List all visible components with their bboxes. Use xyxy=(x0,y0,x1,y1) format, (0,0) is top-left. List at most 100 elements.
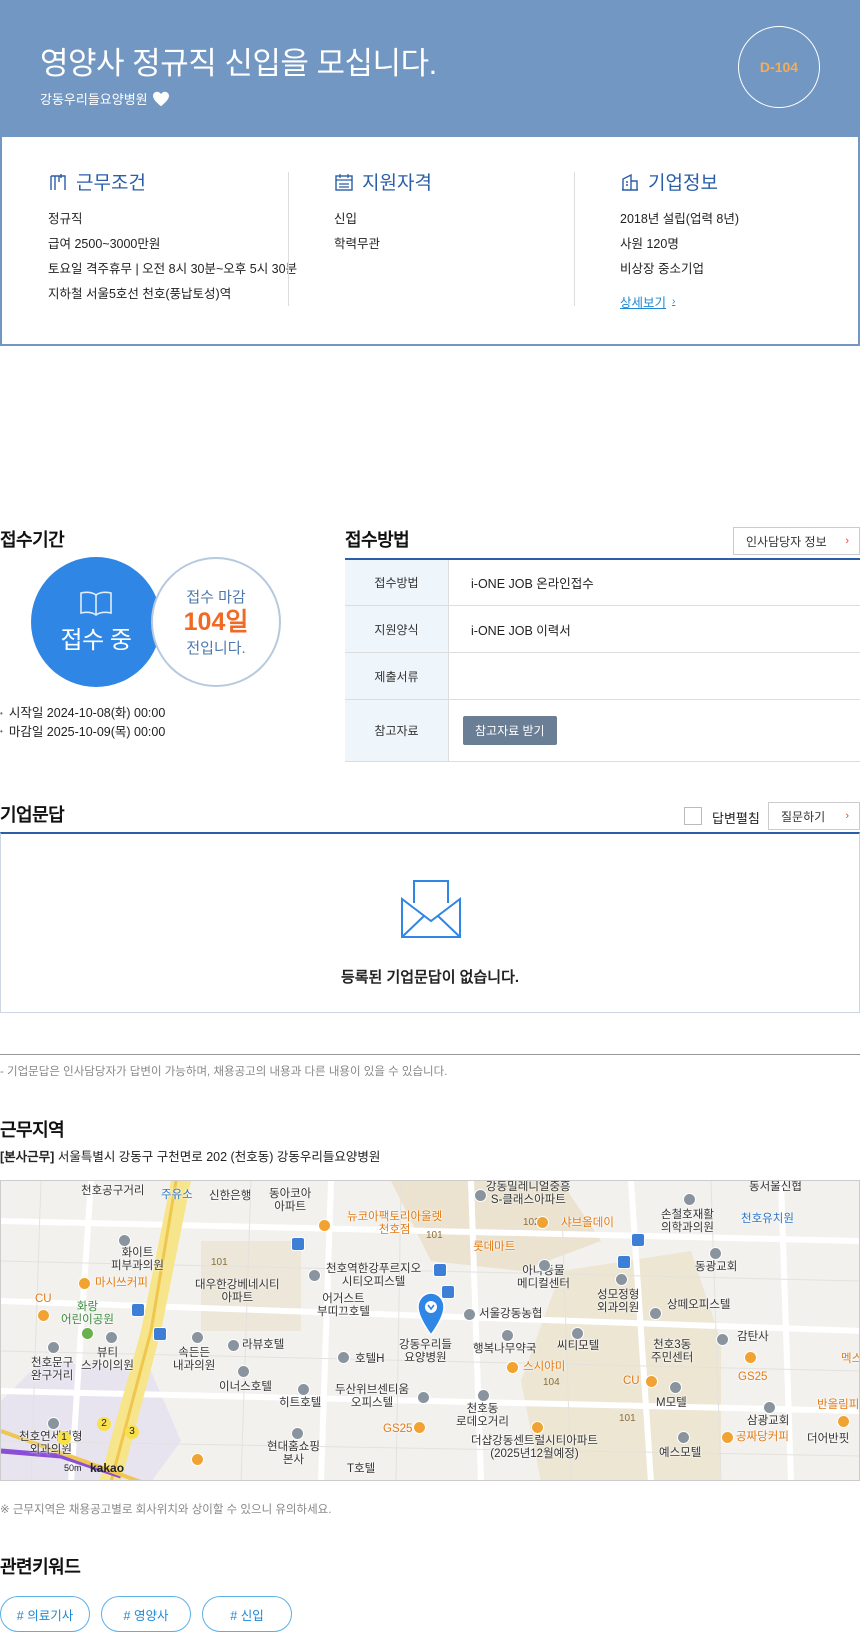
row-label: 지원양식 xyxy=(345,606,449,652)
row-label: 참고자료 xyxy=(345,700,449,761)
map-label: 공짜당커피 xyxy=(736,1431,789,1443)
map-label: 더샵강동센트럴시티아파트 (2025년12월예정) xyxy=(471,1435,598,1460)
map-label: 반올림피 xyxy=(817,1399,860,1411)
map-poi xyxy=(118,1234,131,1247)
map-label: 천호연세정형 외과의원 xyxy=(19,1431,83,1456)
map-poi xyxy=(227,1339,240,1352)
map-poi xyxy=(191,1331,204,1344)
bus-stop-icon xyxy=(153,1327,167,1341)
work-condition-item: 급여 2500~3000만원 xyxy=(48,237,161,251)
map-poi xyxy=(105,1331,118,1344)
map-poi xyxy=(474,1189,487,1202)
map-poi xyxy=(291,1427,304,1440)
table-row: 접수방법 i-ONE JOB 온라인접수 xyxy=(345,560,860,606)
qualifications-heading: 지원자격 xyxy=(334,168,574,195)
address-tag: [본사근무] xyxy=(0,1150,55,1164)
company-info-heading: 기업정보 xyxy=(620,168,850,195)
map-label: CU xyxy=(623,1375,640,1387)
company-info-column: 기업정보 2018년 설립(업력 8년) 사원 120명 비상장 중소기업 상세… xyxy=(620,168,850,312)
company-name-row: 강동우리들요양병원 xyxy=(40,89,170,108)
divider xyxy=(0,1054,860,1055)
map-label: 이너스호텔 xyxy=(219,1381,272,1393)
map-poi xyxy=(308,1269,321,1282)
job-posting-page: 영양사 정규직 신입을 모십니다. 강동우리들요양병원 D-104 근무조건 정… xyxy=(0,0,860,1632)
company-info-item: 비상장 중소기업 xyxy=(620,262,704,276)
map-label: 신한은행 xyxy=(209,1190,252,1202)
company-info-item: 2018년 설립(업력 8년) xyxy=(620,212,740,226)
work-condition-item: 정규직 xyxy=(48,212,83,226)
expand-answers-checkbox[interactable] xyxy=(684,807,702,825)
map-label: 천호문구 완구거리 xyxy=(31,1357,74,1382)
hr-contact-button[interactable]: 인사담당자 정보 › xyxy=(733,527,860,555)
map-label: CU xyxy=(35,1293,52,1305)
map-label: GS25 xyxy=(738,1371,768,1383)
map-poi xyxy=(413,1421,426,1434)
map-label: 서울강동농협 xyxy=(479,1308,543,1320)
map-label: 속든든 내과의원 xyxy=(173,1347,216,1372)
end-date: 마감일 2025-10-09(목) 00:00 xyxy=(0,723,166,742)
map-poi xyxy=(571,1327,584,1340)
expand-answers-label[interactable]: 답변펼침 xyxy=(712,808,760,827)
map-label: 천호공구거리 xyxy=(81,1185,145,1197)
kakao-logo: kakao xyxy=(90,1461,125,1475)
map-label: 라뷰호텔 xyxy=(242,1339,285,1351)
map-label: 동광교회 xyxy=(695,1261,738,1273)
map-poi xyxy=(297,1383,310,1396)
row-label: 접수방법 xyxy=(345,560,449,605)
map-label: 히트호텔 xyxy=(279,1397,322,1409)
row-value: i-ONE JOB 이력서 xyxy=(471,623,571,638)
map-poi xyxy=(536,1216,549,1229)
location-title: 근무지역 xyxy=(0,1120,65,1140)
chevron-right-icon: › xyxy=(845,535,849,547)
map-label: GS25 xyxy=(383,1423,413,1435)
map-label: 천호역한강푸르지오 시티오피스텔 xyxy=(326,1263,422,1288)
keyword-tag[interactable]: # 의료기사 xyxy=(0,1596,90,1632)
subway-exit-badge: 2 xyxy=(97,1417,111,1431)
map-label: 천호유치원 xyxy=(741,1213,794,1225)
qna-empty-message: 등록된 기업문답이 없습니다. xyxy=(340,969,520,986)
map-poi xyxy=(78,1277,91,1290)
column-divider xyxy=(288,172,289,306)
map-poi xyxy=(763,1401,776,1414)
location-marker-icon[interactable] xyxy=(416,1292,446,1336)
map-poi xyxy=(37,1309,50,1322)
table-row: 참고자료 참고자료 받기 xyxy=(345,700,860,762)
map-poi xyxy=(463,1308,476,1321)
ask-question-button[interactable]: 질문하기 › xyxy=(768,802,860,830)
map-label: 감탄사 xyxy=(737,1331,769,1343)
envelope-icon xyxy=(401,880,461,938)
bus-stop-icon xyxy=(617,1255,631,1269)
keyword-tag[interactable]: # 신입 xyxy=(202,1596,292,1632)
company-name[interactable]: 강동우리들요양병원 xyxy=(40,89,148,108)
heart-icon[interactable] xyxy=(152,91,170,107)
qna-title: 기업문답 xyxy=(0,805,65,825)
map-label: 동서울신협 xyxy=(749,1181,802,1193)
address-text: 서울특별시 강동구 구천면로 202 (천호동) 강동우리들요양병원 xyxy=(57,1150,381,1164)
keyword-tag[interactable]: # 영양사 xyxy=(101,1596,191,1632)
map-poi xyxy=(417,1391,430,1404)
company-detail-link[interactable]: 상세보기 › xyxy=(620,292,675,311)
qualification-item: 신입 xyxy=(334,212,358,226)
map-number: 101 xyxy=(211,1257,228,1268)
map-label: 행복나무약국 xyxy=(473,1343,537,1355)
row-label: 제출서류 xyxy=(345,653,449,699)
map-label: 강동밀레니얼중흥 S-클래스아파트 xyxy=(486,1181,571,1206)
row-value xyxy=(449,653,860,699)
subway-exit-badge: 3 xyxy=(125,1425,139,1439)
bus-stop-icon xyxy=(433,1263,447,1277)
map-label: 마시쓰커피 xyxy=(95,1277,148,1289)
table-row: 지원양식 i-ONE JOB 이력서 xyxy=(345,606,860,653)
summary-box: 근무조건 정규직 급여 2500~3000만원 토요일 격주휴무 | 오전 8시… xyxy=(0,136,860,346)
dday-badge: D-104 xyxy=(738,26,820,108)
start-date: 시작일 2024-10-08(화) 00:00 xyxy=(0,704,166,723)
work-conditions-column: 근무조건 정규직 급여 2500~3000만원 토요일 격주휴무 | 오전 8시… xyxy=(48,168,297,307)
map-label: 삼광교회 xyxy=(747,1415,790,1427)
map-label: 샤브올데이 xyxy=(561,1217,614,1229)
map-poi xyxy=(615,1273,628,1286)
reception-period-title: 접수기간 xyxy=(0,530,65,550)
map-poi xyxy=(709,1247,722,1260)
map-poi xyxy=(81,1327,94,1340)
map-poi xyxy=(649,1307,662,1320)
map-poi xyxy=(645,1375,658,1388)
download-reference-button[interactable]: 참고자료 받기 xyxy=(463,716,557,745)
